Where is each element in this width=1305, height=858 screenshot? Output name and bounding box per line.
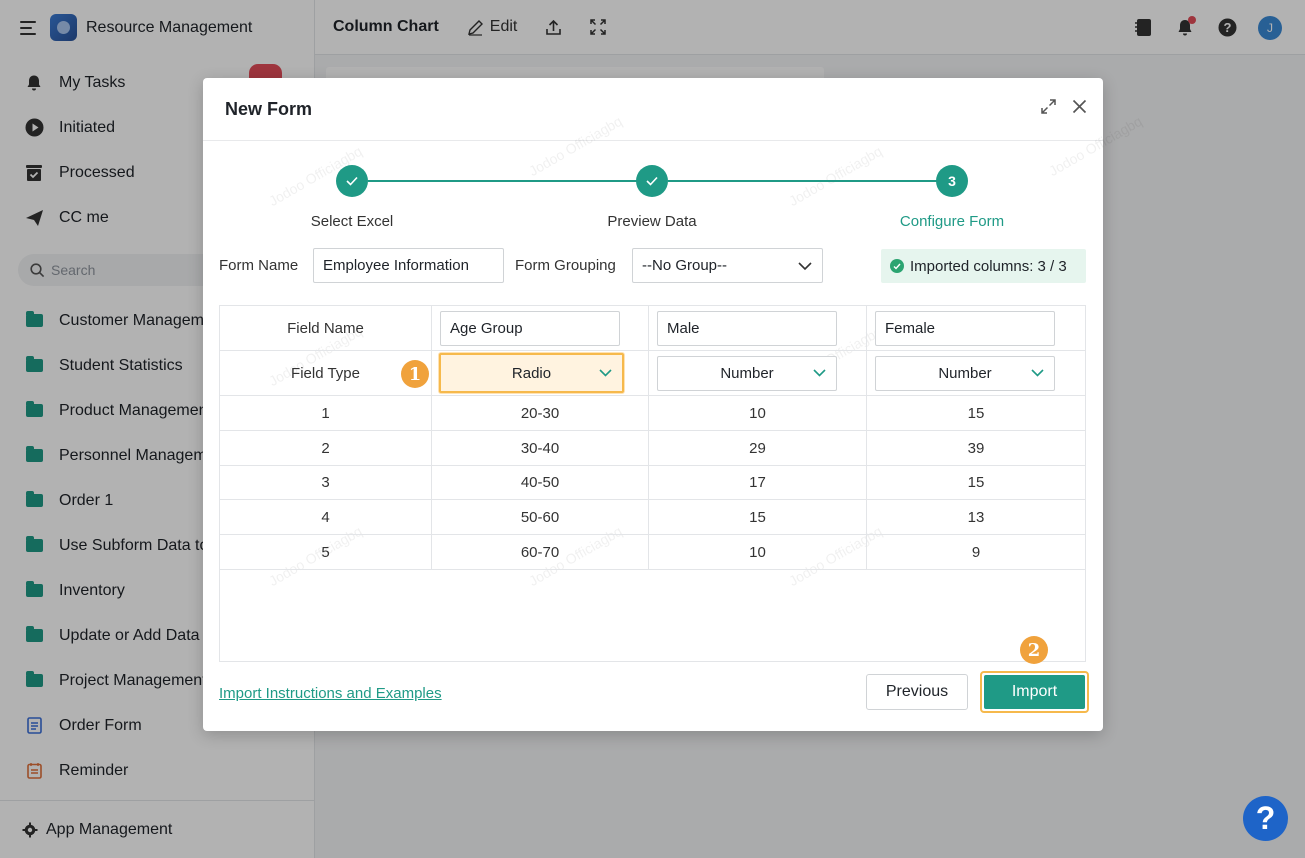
field-type-value: Number bbox=[938, 365, 992, 382]
check-icon bbox=[346, 176, 358, 186]
dialog-header: New Form bbox=[203, 78, 1103, 141]
form-grouping-label: Form Grouping bbox=[515, 257, 616, 274]
table-cell: 15 bbox=[967, 404, 985, 422]
table-cell: 5 bbox=[220, 535, 432, 569]
field-name-header: Field Name bbox=[220, 306, 432, 350]
chevron-down-icon bbox=[599, 369, 612, 377]
table-cell: 30-40 bbox=[432, 431, 649, 465]
table-cell: 13 bbox=[967, 508, 985, 526]
previous-button[interactable]: Previous bbox=[866, 674, 968, 710]
field-type-row: Field Type Radio Number Number bbox=[220, 351, 1085, 396]
step-1-complete bbox=[336, 165, 368, 197]
table-cell: 10 bbox=[649, 535, 867, 569]
import-button[interactable]: Import bbox=[984, 675, 1085, 709]
field-name-input[interactable]: Female bbox=[875, 311, 1055, 346]
field-type-select[interactable]: Number bbox=[657, 356, 837, 391]
help-fab-button[interactable]: ? bbox=[1243, 796, 1288, 841]
table-cell: 15 bbox=[649, 500, 867, 534]
form-name-label: Form Name bbox=[219, 257, 299, 274]
step-3-active: 3 bbox=[936, 165, 968, 197]
table-cell: 3 bbox=[220, 466, 432, 499]
field-type-value: Radio bbox=[511, 364, 552, 382]
field-name-input[interactable]: Age Group bbox=[440, 311, 620, 346]
chevron-down-icon bbox=[813, 369, 826, 377]
dialog-actions bbox=[1041, 99, 1087, 114]
close-icon[interactable] bbox=[1072, 99, 1087, 114]
field-type-label: Field Type bbox=[291, 364, 360, 382]
table-row: 2 30-40 29 39 bbox=[220, 431, 1085, 466]
chevron-down-icon bbox=[798, 262, 812, 271]
step-marker-1: 1 bbox=[401, 360, 429, 388]
step-label-active: Configure Form bbox=[899, 213, 1005, 230]
step-connector bbox=[368, 180, 652, 182]
table-cell: 2 bbox=[220, 431, 432, 465]
table-cell: 10 bbox=[649, 396, 867, 430]
field-type-select[interactable]: Radio bbox=[439, 353, 624, 393]
dialog-title: New Form bbox=[225, 98, 313, 119]
table-cell: 40-50 bbox=[432, 466, 649, 499]
step-connector bbox=[668, 180, 952, 182]
expand-icon[interactable] bbox=[1041, 99, 1056, 114]
imported-columns-text: Imported columns: 3 / 3 bbox=[910, 257, 1067, 275]
table-cell: 50-60 bbox=[432, 500, 649, 534]
table-cell: 20-30 bbox=[432, 396, 649, 430]
table-cell: 17 bbox=[649, 466, 867, 499]
table-cell: 1 bbox=[220, 396, 432, 430]
field-type-value: Number bbox=[720, 365, 774, 382]
table-row: 3 40-50 17 15 bbox=[220, 466, 1085, 500]
field-name-input[interactable]: Male bbox=[657, 311, 837, 346]
table-cell: 60-70 bbox=[432, 535, 649, 569]
step-marker-2: 2 bbox=[1020, 636, 1048, 664]
step-label: Select Excel bbox=[310, 213, 394, 230]
field-name-row: Field Name Age Group Male Female bbox=[220, 306, 1085, 351]
field-type-select[interactable]: Number bbox=[875, 356, 1055, 391]
table-cell: 15 bbox=[967, 474, 985, 491]
table-row: 5 60-70 10 9 bbox=[220, 535, 1085, 570]
table-cell: 29 bbox=[649, 431, 867, 465]
field-name-label: Field Name bbox=[287, 319, 364, 337]
form-grouping-value: --No Group-- bbox=[642, 257, 728, 274]
import-button-highlight: Import bbox=[980, 671, 1089, 713]
success-check-icon bbox=[890, 259, 904, 273]
form-name-input[interactable]: Employee Information bbox=[313, 248, 504, 283]
import-stepper: 3 Select Excel Preview Data Configure Fo… bbox=[203, 163, 1103, 233]
field-config-table: Field Name Age Group Male Female Field T… bbox=[219, 305, 1086, 662]
step-2-complete bbox=[636, 165, 668, 197]
table-cell: 4 bbox=[220, 500, 432, 534]
import-instructions-link[interactable]: Import Instructions and Examples bbox=[219, 685, 442, 702]
form-settings-row: Form Name Employee Information Form Grou… bbox=[203, 248, 1103, 284]
check-icon bbox=[646, 176, 658, 186]
imported-columns-status: Imported columns: 3 / 3 bbox=[881, 249, 1086, 283]
step-label: Preview Data bbox=[607, 213, 697, 230]
table-cell: 9 bbox=[971, 543, 981, 561]
chevron-down-icon bbox=[1031, 369, 1044, 377]
table-row: 1 20-30 10 15 bbox=[220, 396, 1085, 431]
new-form-dialog: New Form Jodoo Officiagbq Jodoo Officiag… bbox=[203, 78, 1145, 731]
form-grouping-select[interactable]: --No Group-- bbox=[632, 248, 823, 283]
table-cell: 39 bbox=[967, 439, 985, 457]
table-row: 4 50-60 15 13 bbox=[220, 500, 1085, 535]
